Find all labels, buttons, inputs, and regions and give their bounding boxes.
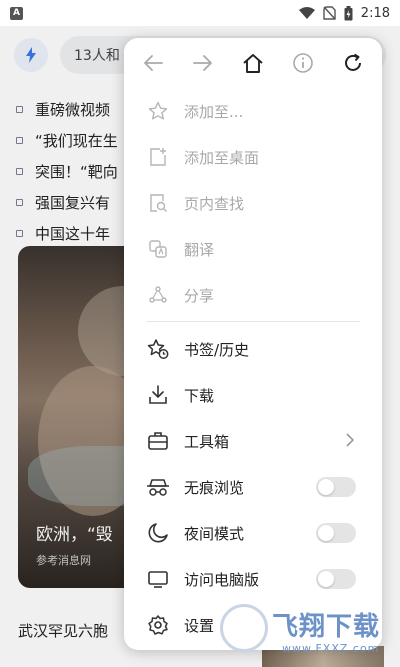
bookmark-history-icon <box>146 337 170 361</box>
menu-item-add-to[interactable]: 添加至... <box>124 88 382 134</box>
menu-item-label: 翻译 <box>184 240 215 259</box>
menu-item-label: 下载 <box>184 386 215 405</box>
desktop-version-toggle[interactable] <box>316 569 356 589</box>
star-outline-icon <box>146 99 170 123</box>
menu-item-label: 添加至桌面 <box>184 148 260 167</box>
toolbox-icon <box>146 429 170 453</box>
menu-item-desktop-version[interactable]: 访问电脑版 <box>124 556 382 602</box>
status-bar: A 2:18 <box>0 0 400 26</box>
forward-button[interactable] <box>188 48 218 78</box>
night-mode-toggle[interactable] <box>316 523 356 543</box>
menu-item-label: 分享 <box>184 286 215 305</box>
status-time: 2:18 <box>360 5 390 21</box>
incognito-icon <box>146 475 170 499</box>
menu-item-bookmarks-history[interactable]: 书签/历史 <box>124 326 382 372</box>
menu-nav-bar <box>124 38 382 88</box>
find-in-page-icon <box>146 191 170 215</box>
menu-item-label: 夜间模式 <box>184 524 245 543</box>
refresh-button[interactable] <box>338 48 368 78</box>
browser-menu: 添加至... 添加至桌面 页内查找 翻译 分享 书签/历史 下载 工具箱 无痕浏… <box>124 38 382 650</box>
settings-gear-icon <box>146 613 170 637</box>
menu-item-add-to-desktop[interactable]: 添加至桌面 <box>124 134 382 180</box>
back-arrow-icon <box>144 55 163 71</box>
forward-arrow-icon <box>193 55 212 71</box>
menu-item-label: 访问电脑版 <box>184 570 260 589</box>
watermark-logo-icon <box>220 604 268 652</box>
no-sim-icon <box>323 6 336 20</box>
battery-icon <box>344 5 353 20</box>
menu-item-incognito[interactable]: 无痕浏览 <box>124 464 382 510</box>
watermark-text: 飞翔下载 <box>272 612 381 642</box>
back-button[interactable] <box>138 48 168 78</box>
menu-item-label: 添加至... <box>184 102 244 121</box>
menu-item-share[interactable]: 分享 <box>124 272 382 318</box>
menu-item-label: 设置 <box>184 616 215 635</box>
page-info-button[interactable] <box>288 48 318 78</box>
menu-divider <box>146 321 360 322</box>
translate-icon <box>146 237 170 261</box>
menu-item-download[interactable]: 下载 <box>124 372 382 418</box>
menu-item-label: 工具箱 <box>184 432 230 451</box>
refresh-icon <box>345 53 361 71</box>
add-to-desktop-icon <box>146 145 170 169</box>
menu-item-label: 页内查找 <box>184 194 245 213</box>
download-icon <box>146 383 170 407</box>
menu-item-find-in-page[interactable]: 页内查找 <box>124 180 382 226</box>
share-icon <box>146 283 170 307</box>
notification-app-icon: A <box>10 6 23 20</box>
watermark: 飞翔下载 www.FXXZ.com <box>220 604 396 660</box>
menu-item-label: 无痕浏览 <box>184 478 245 497</box>
menu-item-translate[interactable]: 翻译 <box>124 226 382 272</box>
menu-item-night-mode[interactable]: 夜间模式 <box>124 510 382 556</box>
moon-icon <box>146 521 170 545</box>
home-button[interactable] <box>238 48 268 78</box>
menu-item-label: 书签/历史 <box>184 340 250 359</box>
watermark-url: www.FXXZ.com <box>282 642 380 655</box>
incognito-toggle[interactable] <box>316 477 356 497</box>
info-icon <box>293 53 313 73</box>
menu-item-toolbox[interactable]: 工具箱 <box>124 418 382 464</box>
chevron-right-icon <box>346 433 354 447</box>
home-icon <box>243 54 263 73</box>
wifi-icon <box>298 6 315 19</box>
desktop-monitor-icon <box>146 567 170 591</box>
